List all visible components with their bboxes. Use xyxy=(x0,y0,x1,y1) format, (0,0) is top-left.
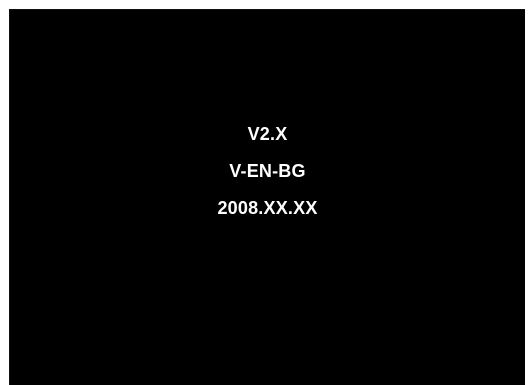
build-date-label: 2008.XX.XX xyxy=(217,198,318,218)
version-label: V2.X xyxy=(247,124,288,144)
screen-display: V2.X V-EN-BG 2008.XX.XX xyxy=(9,9,525,385)
display-frame: V2.X V-EN-BG 2008.XX.XX xyxy=(0,0,528,385)
variant-label: V-EN-BG xyxy=(229,161,306,181)
version-info: V2.X V-EN-BG 2008.XX.XX xyxy=(10,123,525,234)
